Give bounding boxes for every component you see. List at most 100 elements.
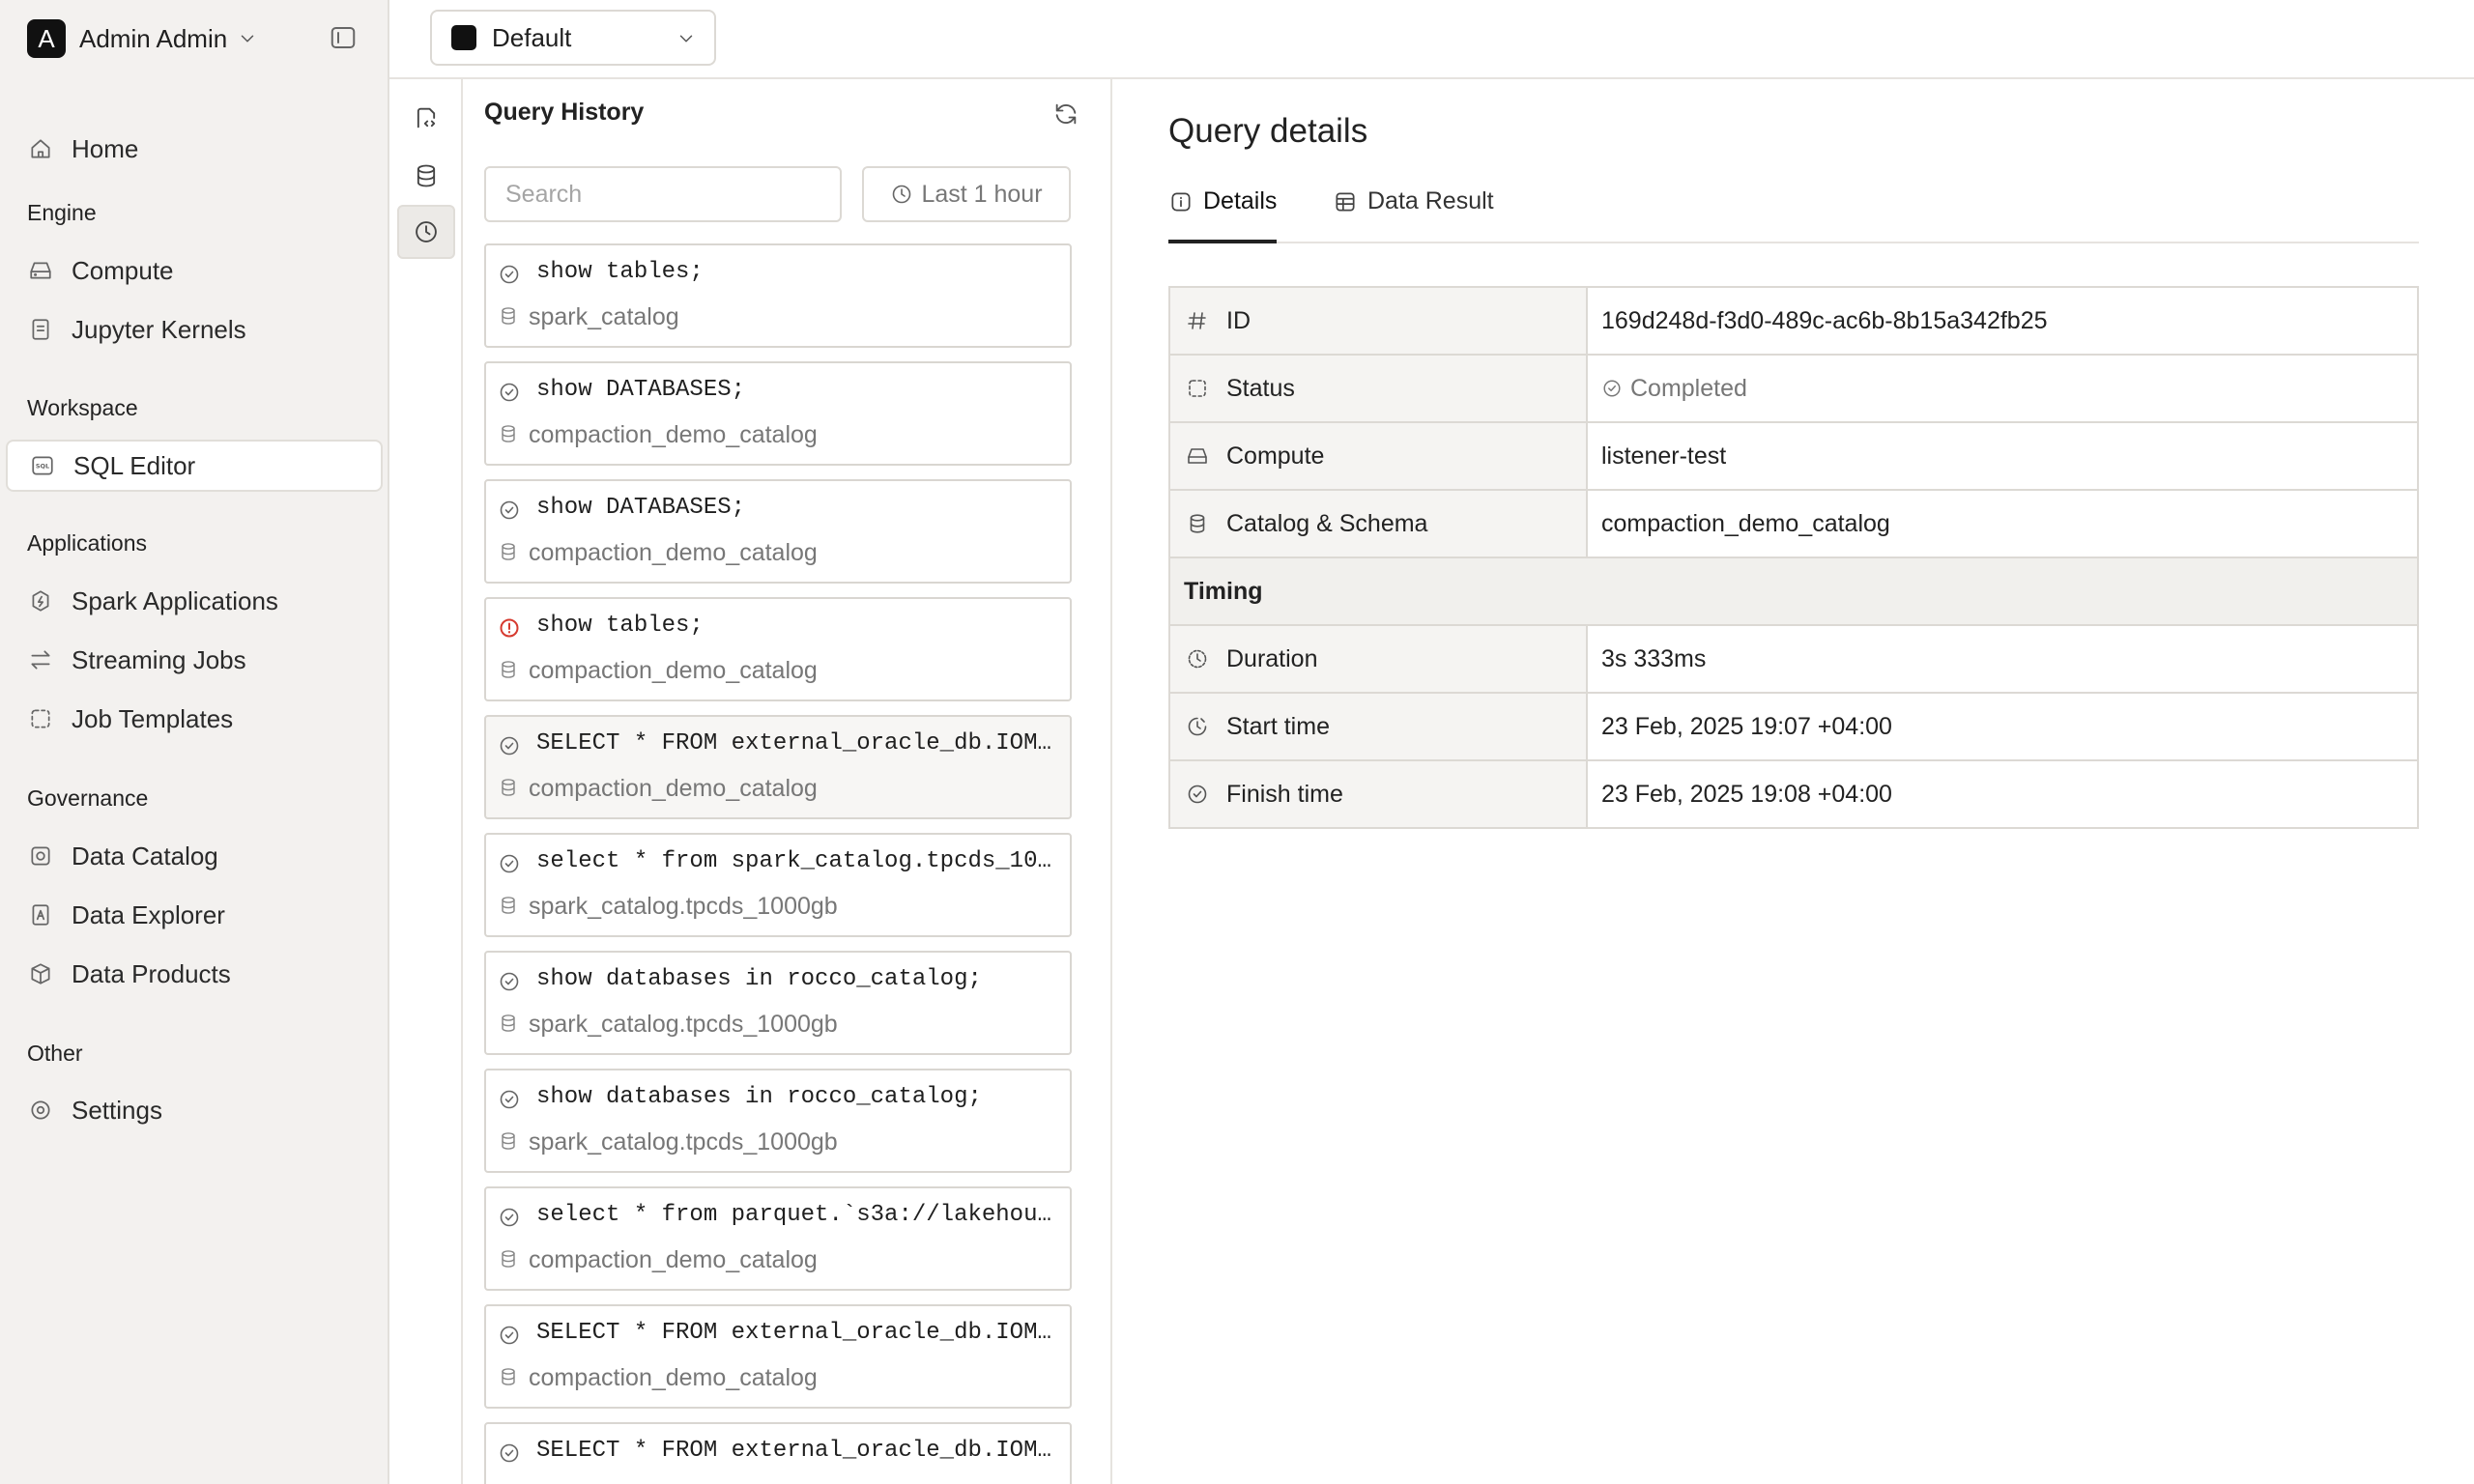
check-circle-icon bbox=[498, 381, 521, 404]
sidebar-item-streaming-jobs[interactable]: Streaming Jobs bbox=[6, 634, 383, 686]
error-circle-icon bbox=[498, 616, 521, 640]
database-icon bbox=[498, 1366, 519, 1387]
box-icon bbox=[27, 960, 54, 987]
query-history-item[interactable]: select * from spark_catalog.tpcds_1000gb… bbox=[484, 833, 1072, 937]
query-sql-text: show DATABASES; bbox=[536, 495, 746, 521]
query-sql-text: SELECT * FROM external_oracle_db.IOMETE_… bbox=[536, 1438, 1058, 1464]
sidebar-item-home[interactable]: Home bbox=[6, 123, 383, 175]
sidebar-item-spark-applications[interactable]: Spark Applications bbox=[6, 575, 383, 627]
database-icon bbox=[1184, 510, 1211, 537]
detail-label: Catalog & Schema bbox=[1226, 509, 1428, 537]
check-circle-icon bbox=[498, 1441, 521, 1465]
sidebar-item-settings[interactable]: Settings bbox=[6, 1084, 383, 1136]
query-history-button[interactable] bbox=[397, 205, 455, 259]
tab-details[interactable]: Details bbox=[1168, 187, 1278, 243]
svg-text:SQL: SQL bbox=[36, 463, 49, 471]
sidebar-item-compute[interactable]: Compute bbox=[6, 244, 383, 297]
home-icon bbox=[27, 135, 54, 162]
query-history-item[interactable]: select * from parquet.`s3a://lakehouse/d… bbox=[484, 1186, 1072, 1291]
database-icon bbox=[498, 1248, 519, 1270]
query-sql-text: show tables; bbox=[536, 613, 704, 639]
clock-start-icon bbox=[1184, 713, 1211, 740]
catalog-schema-value: compaction_demo_catalog bbox=[1588, 491, 2417, 556]
time-range-filter[interactable]: Last 1 hour bbox=[862, 166, 1071, 222]
sidebar-item-label: Data Explorer bbox=[72, 899, 225, 929]
database-icon bbox=[413, 162, 440, 189]
tab-label: Details bbox=[1203, 187, 1278, 214]
duration-value: 3s 333ms bbox=[1588, 626, 2417, 692]
query-catalog-text: compaction_demo_catalog bbox=[529, 657, 818, 684]
query-history-item[interactable]: SELECT * FROM external_oracle_db.IOMETE_… bbox=[484, 1422, 1072, 1484]
query-history-item[interactable]: show databases in rocco_catalog; spark_ca… bbox=[484, 951, 1072, 1055]
query-catalog-text: compaction_demo_catalog bbox=[529, 539, 818, 566]
worksheets-button[interactable] bbox=[397, 91, 455, 145]
detail-row-compute: Compute listener-test bbox=[1170, 423, 2417, 491]
sidebar-toggle-icon[interactable] bbox=[329, 23, 358, 52]
start-time-value: 23 Feb, 2025 19:07 +04:00 bbox=[1588, 694, 2417, 759]
user-menu[interactable]: A Admin Admin bbox=[27, 19, 258, 58]
sql-icon: SQL bbox=[29, 452, 56, 479]
query-history-item[interactable]: SELECT * FROM external_oracle_db.IOMETE_… bbox=[484, 1304, 1072, 1409]
hard-drive-icon bbox=[27, 257, 54, 284]
clock-icon bbox=[890, 183, 913, 206]
compute-value: listener-test bbox=[1588, 423, 2417, 489]
search-input[interactable] bbox=[484, 166, 842, 222]
workspace-select[interactable]: Default bbox=[430, 10, 716, 66]
details-tabs: Details Data Result bbox=[1168, 187, 2419, 243]
sidebar-item-data-products[interactable]: Data Products bbox=[6, 948, 383, 1000]
query-catalog-text: spark_catalog.tpcds_1000gb bbox=[529, 1128, 838, 1156]
refresh-icon[interactable] bbox=[1052, 100, 1079, 128]
chevron-down-icon bbox=[237, 28, 258, 49]
database-icon bbox=[498, 1130, 519, 1152]
tab-data-result[interactable]: Data Result bbox=[1333, 187, 1494, 242]
query-history-list: show tables; spark_catalog show DATABASES;… bbox=[484, 243, 1072, 1484]
editor-icon-rail bbox=[389, 79, 463, 1484]
hash-icon bbox=[1184, 307, 1211, 334]
gear-icon bbox=[27, 1097, 54, 1124]
dashed-square-icon bbox=[27, 705, 54, 732]
sidebar-item-label: Job Templates bbox=[72, 703, 234, 733]
sidebar-item-jupyter-kernels[interactable]: Jupyter Kernels bbox=[6, 303, 383, 356]
detail-label: Status bbox=[1226, 374, 1295, 402]
query-catalog-text: spark_catalog.tpcds_1000gb bbox=[529, 1011, 838, 1038]
query-history-item[interactable]: show databases in rocco_catalog; spark_ca… bbox=[484, 1069, 1072, 1173]
status-value: Completed bbox=[1630, 374, 1747, 402]
query-history-item[interactable]: show DATABASES; compaction_demo_catalog bbox=[484, 361, 1072, 466]
check-circle-icon bbox=[498, 734, 521, 757]
query-history-item[interactable]: show tables; compaction_demo_catalog bbox=[484, 597, 1072, 701]
detail-row-catalog-schema: Catalog & Schema compaction_demo_catalog bbox=[1170, 491, 2417, 558]
database-icon bbox=[498, 423, 519, 444]
user-name: Admin Admin bbox=[79, 23, 228, 53]
database-icon bbox=[498, 777, 519, 798]
finish-time-value: 23 Feb, 2025 19:08 +04:00 bbox=[1588, 761, 2417, 827]
check-circle-icon bbox=[1601, 378, 1623, 399]
sidebar-item-data-explorer[interactable]: Data Explorer bbox=[6, 889, 383, 941]
check-circle-icon bbox=[498, 1324, 521, 1347]
chevron-down-icon bbox=[676, 28, 697, 49]
workspace-label: Default bbox=[492, 22, 572, 52]
sidebar-item-job-templates[interactable]: Job Templates bbox=[6, 693, 383, 745]
table-icon bbox=[1333, 189, 1358, 214]
sidebar-item-data-catalog[interactable]: Data Catalog bbox=[6, 830, 383, 882]
query-history-item[interactable]: show DATABASES; compaction_demo_catalog bbox=[484, 479, 1072, 584]
sidebar-item-label: SQL Editor bbox=[73, 450, 196, 480]
check-circle-icon bbox=[498, 499, 521, 522]
database-icon bbox=[498, 895, 519, 916]
info-icon bbox=[1168, 189, 1194, 214]
sidebar-item-sql-editor[interactable]: SQL SQL Editor bbox=[6, 440, 383, 492]
query-catalog-text: compaction_demo_catalog bbox=[529, 1364, 818, 1391]
detail-label: ID bbox=[1226, 306, 1251, 334]
query-history-item[interactable]: show tables; spark_catalog bbox=[484, 243, 1072, 348]
database-explorer-button[interactable] bbox=[397, 149, 455, 203]
query-catalog-text: spark_catalog bbox=[529, 303, 679, 330]
dashed-square-icon bbox=[1184, 375, 1211, 402]
query-sql-text: show databases in rocco_catalog; bbox=[536, 1084, 982, 1110]
query-catalog-text: compaction_demo_catalog bbox=[529, 421, 818, 448]
page-title: Query details bbox=[1168, 112, 1368, 150]
query-sql-text: SELECT * FROM external_oracle_db.IOMETE_… bbox=[536, 730, 1058, 756]
query-catalog-text: compaction_demo_catalog bbox=[529, 1246, 818, 1273]
query-history-item[interactable]: SELECT * FROM external_oracle_db.IOMETE_… bbox=[484, 715, 1072, 819]
detail-label: Finish time bbox=[1226, 780, 1343, 808]
avatar: A bbox=[27, 19, 66, 58]
check-circle-icon bbox=[498, 852, 521, 875]
